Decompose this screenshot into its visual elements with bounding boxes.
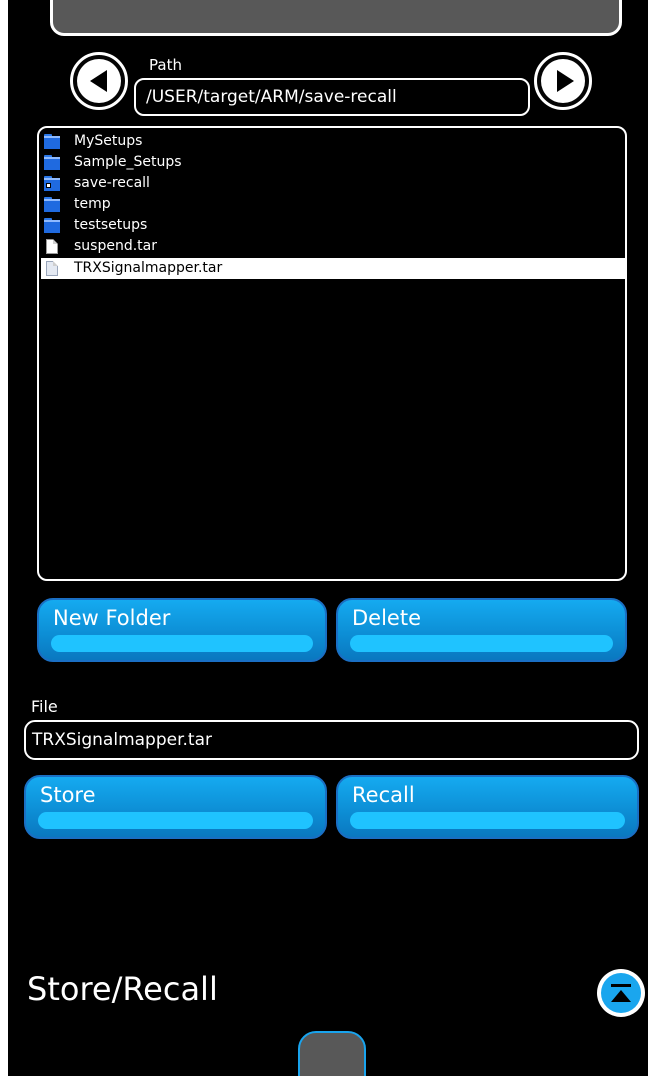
recall-button[interactable]: Recall [336, 775, 639, 839]
file-label: File [31, 697, 58, 716]
collapse-up-icon [601, 973, 641, 1013]
document-icon [44, 261, 60, 276]
file-name-field[interactable]: TRXSignalmapper.tar [24, 720, 639, 760]
list-item-label: Sample_Setups [74, 154, 182, 170]
list-item-label: TRXSignalmapper.tar [74, 260, 223, 276]
list-item-label: suspend.tar [74, 238, 157, 254]
list-item-testsetups[interactable]: testsetups [41, 215, 625, 236]
new-folder-button[interactable]: New Folder [37, 598, 327, 662]
document-icon [44, 239, 60, 254]
list-item-temp[interactable]: temp [41, 194, 625, 215]
folder-icon [44, 176, 60, 191]
path-label: Path [149, 56, 182, 74]
path-field[interactable]: /USER/target/ARM/save-recall [134, 78, 530, 116]
button-highlight-bar [350, 812, 625, 829]
list-item-label: temp [74, 196, 111, 212]
screen-title: Store/Recall [27, 970, 218, 1008]
list-item-label: save-recall [74, 175, 150, 191]
button-highlight-bar [38, 812, 313, 829]
list-item-label: MySetups [74, 133, 143, 149]
left-arrow-icon [77, 59, 121, 103]
list-item-suspend-tar[interactable]: suspend.tar [41, 236, 625, 257]
top-bar [50, 0, 622, 36]
right-arrow-icon [541, 59, 585, 103]
store-button-label: Store [40, 783, 96, 807]
folder-icon [44, 155, 60, 170]
list-item-save-recall[interactable]: save-recall [41, 173, 625, 194]
list-item-label: testsetups [74, 217, 148, 233]
list-item-mysetups[interactable]: MySetups [41, 131, 625, 152]
folder-icon [44, 197, 60, 212]
recall-button-label: Recall [352, 783, 415, 807]
folder-icon [44, 134, 60, 149]
button-highlight-bar [51, 635, 313, 652]
list-item-trxsignalmapper-tar[interactable]: TRXSignalmapper.tar [41, 258, 625, 279]
folder-icon [44, 218, 60, 233]
path-forward-button[interactable] [534, 52, 592, 110]
store-button[interactable]: Store [24, 775, 327, 839]
delete-button-label: Delete [352, 606, 421, 630]
collapse-button[interactable] [597, 969, 645, 1017]
list-item-sample-setups[interactable]: Sample_Setups [41, 152, 625, 173]
button-highlight-bar [350, 635, 613, 652]
file-browser-list[interactable]: MySetups Sample_Setups save-recall temp … [37, 126, 627, 581]
bottom-menu-handle[interactable] [298, 1031, 366, 1076]
new-folder-button-label: New Folder [53, 606, 171, 630]
store-recall-panel: Path /USER/target/ARM/save-recall MySetu… [8, 0, 648, 1076]
path-back-button[interactable] [70, 52, 128, 110]
delete-button[interactable]: Delete [336, 598, 627, 662]
